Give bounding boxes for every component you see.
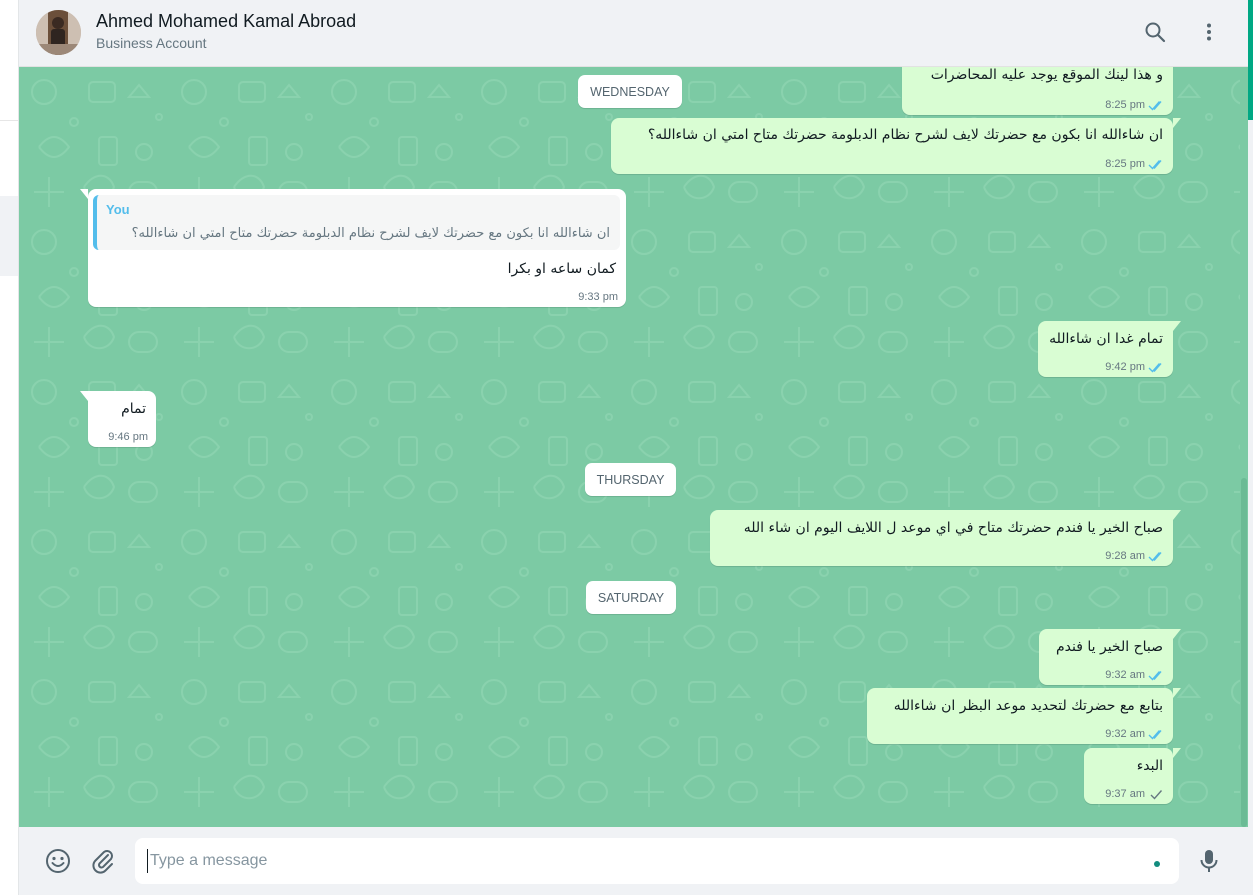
chat-scrollbar-thumb[interactable] bbox=[1241, 478, 1247, 827]
double-check-icon bbox=[1148, 362, 1162, 373]
quoted-message[interactable]: You ان شاءالله انا بكون مع حضرتك لايف لش… bbox=[93, 195, 620, 250]
message-out[interactable]: ان شاءالله انا بكون مع حضرتك لايف لشرح ن… bbox=[611, 118, 1181, 174]
date-chip: SATURDAY bbox=[586, 581, 676, 614]
search-icon[interactable] bbox=[1141, 18, 1169, 46]
chat-list-edge bbox=[0, 0, 19, 895]
date-chip: THURSDAY bbox=[585, 463, 676, 496]
message-text: صباح الخير يا فندم bbox=[1055, 639, 1163, 655]
conversation-panel: WEDNESDAY THURSDAY SATURDAY و هذا لينك ا… bbox=[19, 67, 1240, 827]
message-time: 9:32 am bbox=[1105, 728, 1145, 740]
chat-list-item-selected-edge[interactable] bbox=[0, 196, 18, 276]
message-text: البدء bbox=[1136, 758, 1163, 774]
contact-subtitle: Business Account bbox=[96, 35, 207, 51]
message-out[interactable]: البدء 9:37 am bbox=[1084, 748, 1181, 804]
double-check-icon bbox=[1148, 159, 1162, 170]
message-composer[interactable] bbox=[135, 838, 1179, 884]
double-check-icon bbox=[1148, 729, 1162, 740]
chat-list-item-edge[interactable] bbox=[0, 66, 18, 121]
double-check-icon bbox=[1148, 100, 1162, 111]
composer-bar bbox=[19, 827, 1248, 895]
emoji-icon[interactable] bbox=[44, 847, 72, 875]
message-time: 9:33 pm bbox=[578, 291, 618, 303]
message-time: 9:46 pm bbox=[108, 431, 148, 443]
message-text: صباح الخير يا فندم حضرتك متاح في اي موعد… bbox=[743, 520, 1163, 536]
attach-icon[interactable] bbox=[89, 847, 117, 875]
menu-icon[interactable] bbox=[1195, 18, 1223, 46]
chat-header: Ahmed Mohamed Kamal Abroad Business Acco… bbox=[19, 0, 1248, 67]
input-indicator-dot bbox=[1154, 861, 1160, 867]
message-time: 9:28 am bbox=[1105, 550, 1145, 562]
quote-author: You bbox=[106, 202, 130, 217]
message-out[interactable]: صباح الخير يا فندم حضرتك متاح في اي موعد… bbox=[710, 510, 1181, 566]
accent-edge bbox=[1248, 0, 1253, 120]
message-out[interactable]: صباح الخير يا فندم 9:32 am bbox=[1039, 629, 1181, 685]
message-out[interactable]: و هذا لينك الموقع يوجد عليه المحاضرات 8:… bbox=[902, 67, 1173, 115]
message-out[interactable]: بتابع مع حضرتك لتحديد موعد البظر ان شاءا… bbox=[867, 688, 1181, 744]
message-in[interactable]: تمام 9:46 pm bbox=[80, 391, 156, 447]
message-text: كمان ساعه او بكرا bbox=[507, 261, 616, 277]
message-out[interactable]: تمام غدا ان شاءالله 9:42 pm bbox=[1038, 321, 1181, 377]
message-time: 8:25 pm bbox=[1105, 158, 1145, 170]
message-input[interactable] bbox=[147, 849, 1132, 873]
message-time: 9:37 am bbox=[1105, 788, 1145, 800]
message-in[interactable]: You ان شاءالله انا بكون مع حضرتك لايف لش… bbox=[80, 189, 626, 307]
message-time: 9:32 am bbox=[1105, 669, 1145, 681]
message-text: بتابع مع حضرتك لتحديد موعد البظر ان شاءا… bbox=[893, 698, 1163, 714]
mic-icon[interactable] bbox=[1195, 847, 1223, 875]
message-text: ان شاءالله انا بكون مع حضرتك لايف لشرح ن… bbox=[647, 127, 1163, 143]
single-check-icon bbox=[1150, 789, 1163, 800]
message-text: و هذا لينك الموقع يوجد عليه المحاضرات bbox=[930, 67, 1163, 83]
date-chip: WEDNESDAY bbox=[578, 75, 682, 108]
double-check-icon bbox=[1148, 551, 1162, 562]
double-check-icon bbox=[1148, 670, 1162, 681]
message-text: تمام غدا ان شاءالله bbox=[1049, 331, 1163, 347]
quote-text: ان شاءالله انا بكون مع حضرتك لايف لشرح ن… bbox=[131, 226, 610, 241]
message-time: 8:25 pm bbox=[1105, 99, 1145, 111]
message-text: تمام bbox=[121, 401, 146, 417]
contact-name[interactable]: Ahmed Mohamed Kamal Abroad bbox=[96, 11, 356, 32]
message-time: 9:42 pm bbox=[1105, 361, 1145, 373]
avatar[interactable] bbox=[36, 10, 81, 55]
